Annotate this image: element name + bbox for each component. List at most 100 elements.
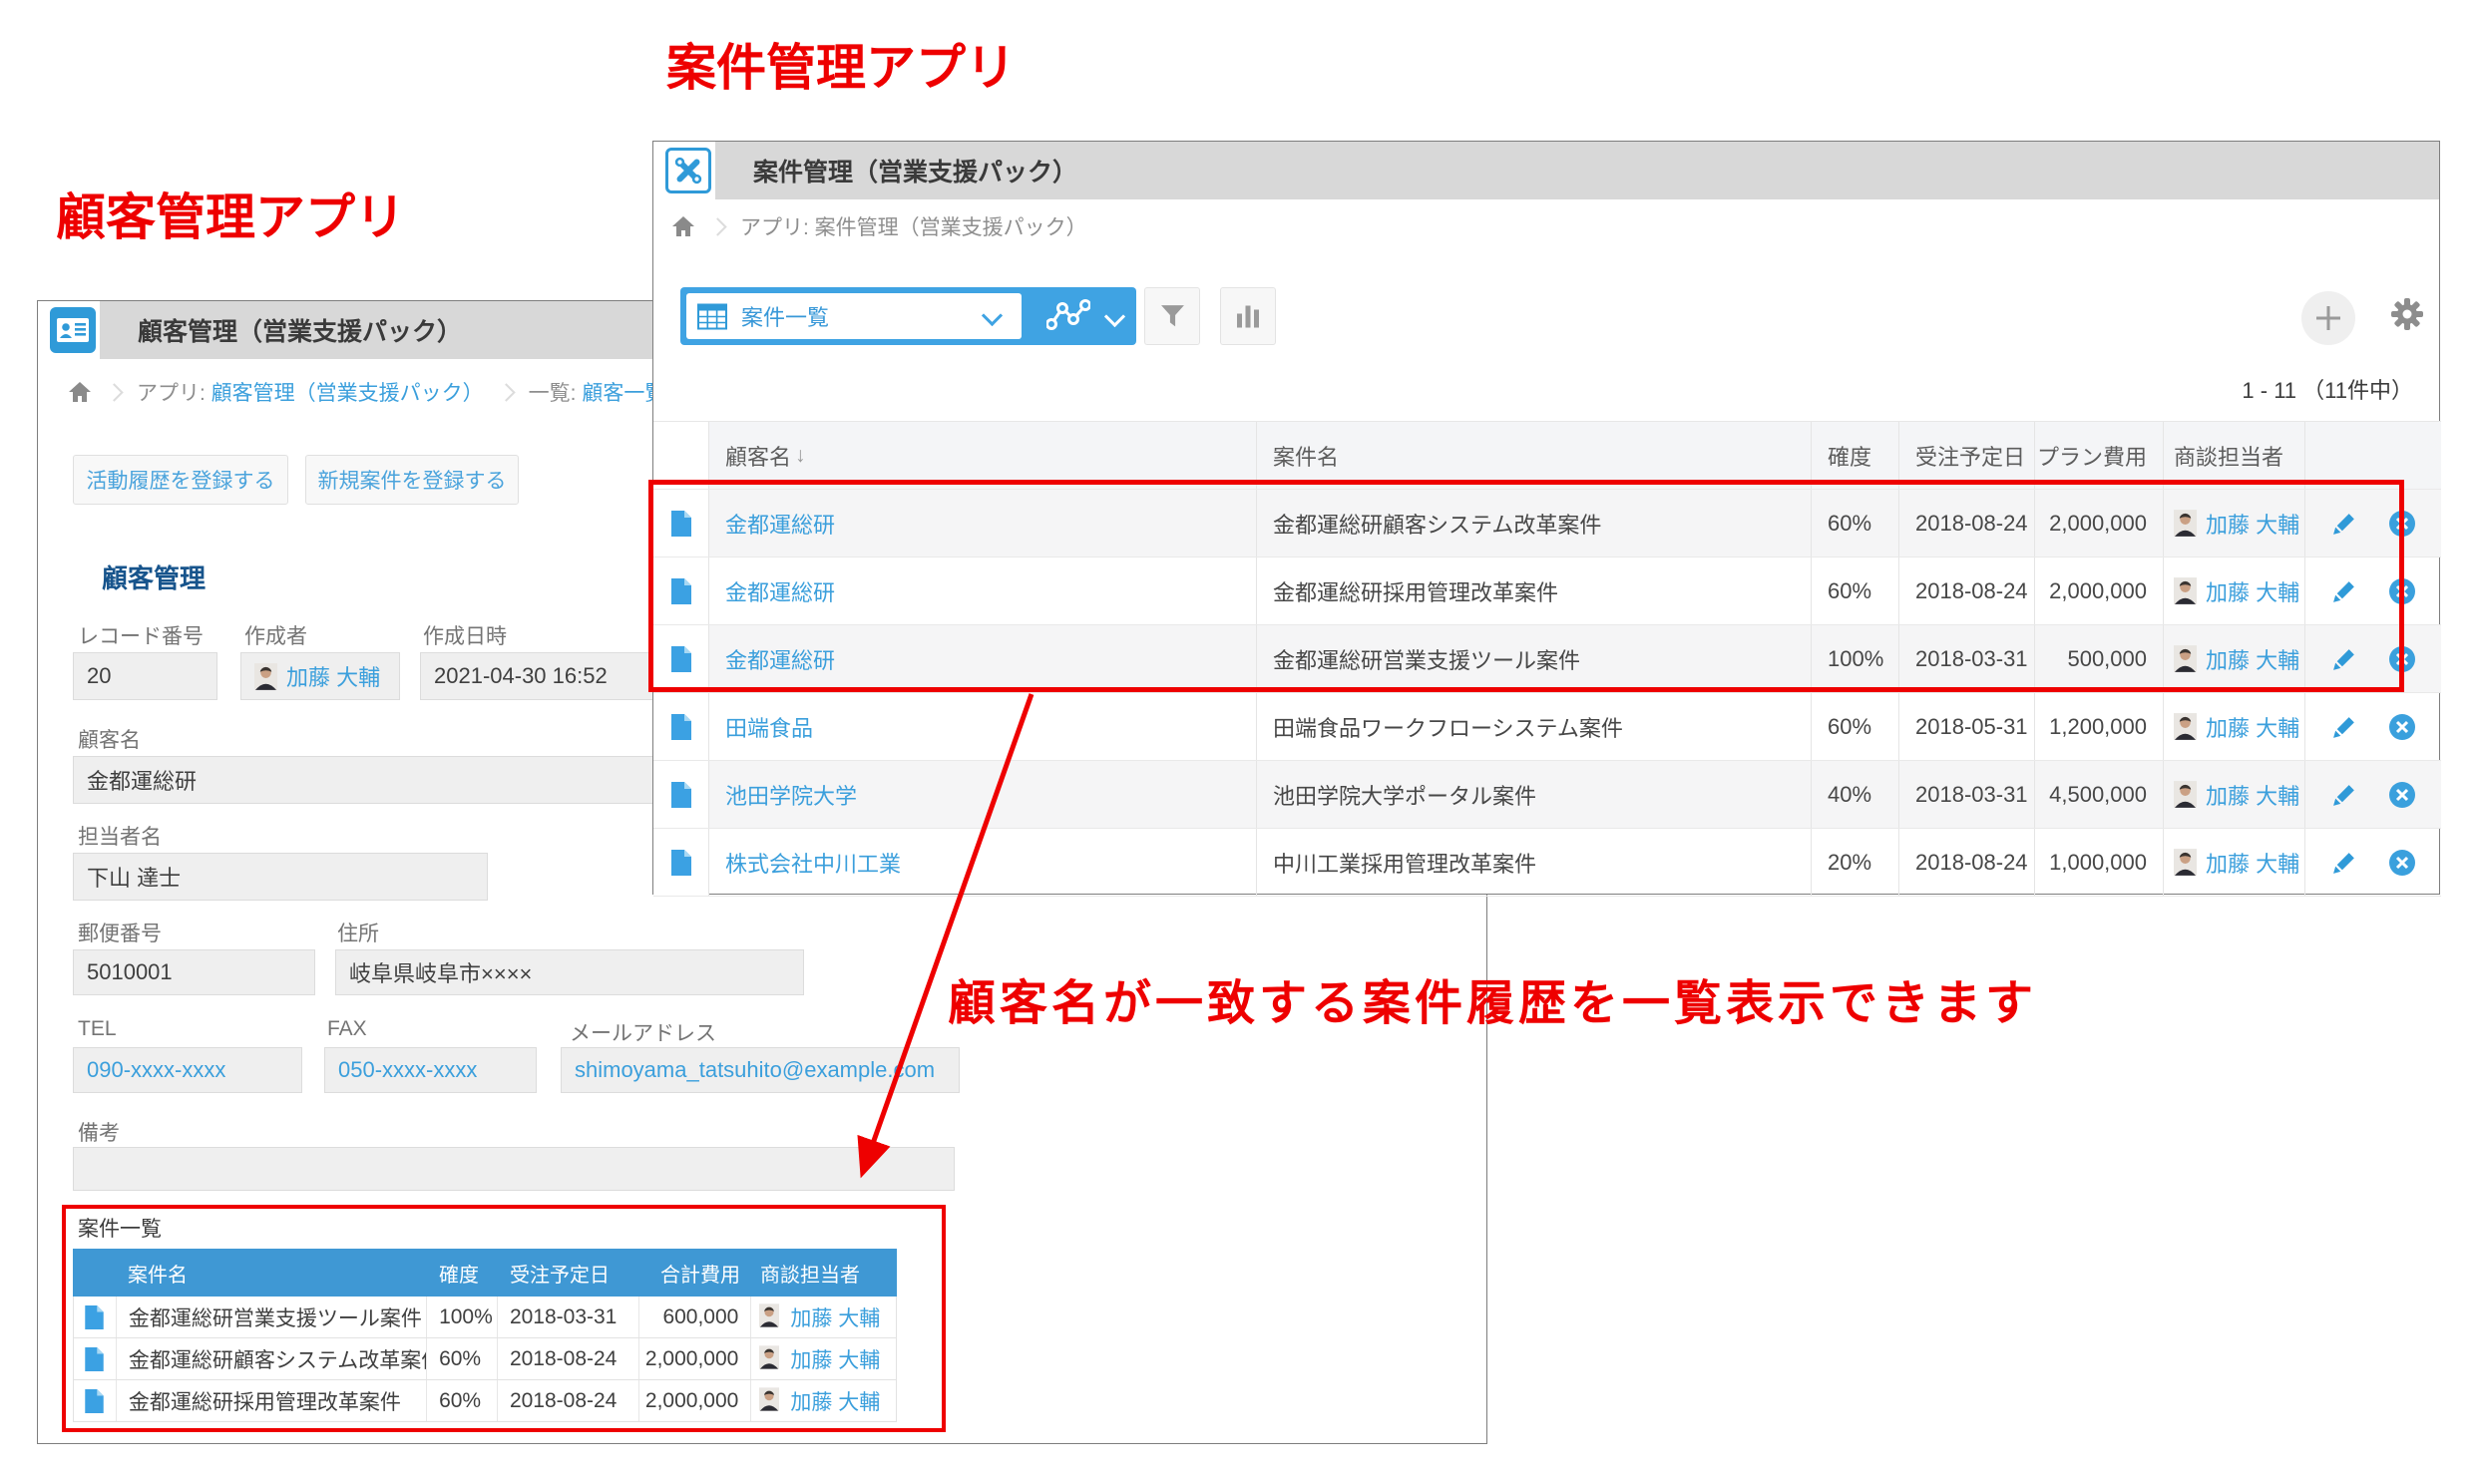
chart-button[interactable] <box>1220 287 1276 345</box>
delete-x-icon[interactable] <box>2388 713 2416 741</box>
register-deal-button[interactable]: 新規案件を登録する <box>305 455 519 505</box>
customer-app-icon[interactable] <box>50 307 96 353</box>
owner-link[interactable]: 加藤 大輔 <box>2206 575 2299 607</box>
user-avatar <box>2174 849 2197 876</box>
breadcrumb-app: アプリ: 顧客管理（営業支援パック） <box>137 377 484 407</box>
register-activity-button[interactable]: 活動履歴を登録する <box>73 455 288 505</box>
related-deal-row: 金都運総研営業支援ツール案件 100% 2018-03-31 600,000 加… <box>73 1297 897 1338</box>
cost-cell: 500,000 <box>2035 625 2164 692</box>
date-cell: 2018-03-31 <box>1899 625 2035 692</box>
record-icon-cell[interactable] <box>653 761 709 828</box>
record-number-value: 20 <box>73 652 217 700</box>
line-graph-icon <box>1046 298 1090 334</box>
column-header-cost: 合計費用 <box>639 1249 752 1297</box>
record-icon-cell[interactable] <box>653 693 709 760</box>
edit-pencil-icon[interactable] <box>2331 781 2358 808</box>
edit-pencil-icon[interactable] <box>2331 510 2358 537</box>
owner-link[interactable]: 加藤 大輔 <box>790 1386 880 1416</box>
customer-link[interactable]: 株式会社中川工業 <box>725 847 901 879</box>
probability-cell: 60% <box>1812 490 1899 556</box>
email-link[interactable]: shimoyama_tatsuhito@example.com <box>575 1057 935 1083</box>
home-icon[interactable] <box>671 215 695 237</box>
customer-cell: 金都運総研 <box>709 490 1257 556</box>
fax-link[interactable]: 050-xxxx-xxxx <box>338 1057 477 1083</box>
owner-cell: 加藤 大輔 <box>2164 557 2305 624</box>
deal-list-title: 案件一覧 <box>78 1213 162 1243</box>
contact-name-text: 下山 達士 <box>87 861 181 893</box>
deal-app-header: 案件管理（営業支援パック） <box>653 142 2439 199</box>
deal-app-icon[interactable] <box>665 148 711 193</box>
deal-table-header-row: 顧客名 ↓ 案件名 確度 受注予定日 プラン費用 商談担当者 <box>653 422 2441 490</box>
address-value: 岐阜県岐阜市×××× <box>335 949 804 995</box>
fax-label: FAX <box>327 1017 367 1041</box>
breadcrumb-app-link[interactable]: 顧客管理（営業支援パック） <box>211 382 484 405</box>
column-header-owner[interactable]: 商談担当者 <box>2164 422 2305 489</box>
related-deals-header-row: 案件名 確度 受注予定日 合計費用 商談担当者 <box>73 1249 897 1297</box>
edit-pencil-icon[interactable] <box>2331 645 2358 672</box>
creator-link[interactable]: 加藤 大輔 <box>286 660 380 692</box>
owner-cell: 加藤 大輔 <box>2164 625 2305 692</box>
filter-button[interactable] <box>1144 287 1200 345</box>
fax-value: 050-xxxx-xxxx <box>324 1047 537 1093</box>
record-icon-cell[interactable] <box>653 625 709 692</box>
column-header-cost[interactable]: プラン費用 <box>2035 422 2164 489</box>
column-header-customer-label: 顧客名 <box>725 440 791 472</box>
customer-link[interactable]: 金都運総研 <box>725 643 835 675</box>
delete-x-icon[interactable] <box>2388 645 2416 673</box>
record-icon-cell[interactable] <box>653 557 709 624</box>
notes-value <box>73 1147 955 1191</box>
tel-link[interactable]: 090-xxxx-xxxx <box>87 1057 225 1083</box>
date-cell: 2018-08-24 <box>498 1380 639 1421</box>
edit-pencil-icon[interactable] <box>2331 849 2358 876</box>
document-icon <box>671 646 691 672</box>
customer-link[interactable]: 池田学院大学 <box>725 779 857 811</box>
breadcrumb-list-prefix: 一覧: <box>529 382 583 405</box>
owner-link[interactable]: 加藤 大輔 <box>2206 711 2299 743</box>
record-icon-cell[interactable] <box>74 1297 117 1337</box>
column-header-date[interactable]: 受注予定日 <box>1899 422 2035 489</box>
column-header-customer[interactable]: 顧客名 ↓ <box>709 422 1257 489</box>
created-at-value: 2021-04-30 16:52 <box>420 652 657 700</box>
document-icon <box>671 850 691 876</box>
deal-name-cell: 金都運総研顧客システム改革案件 <box>117 1338 427 1379</box>
delete-x-icon[interactable] <box>2388 781 2416 809</box>
edit-pencil-icon[interactable] <box>2331 577 2358 604</box>
created-at-label: 作成日時 <box>423 620 507 650</box>
delete-x-icon[interactable] <box>2388 577 2416 605</box>
record-icon-cell[interactable] <box>653 829 709 896</box>
customer-link[interactable]: 金都運総研 <box>725 575 835 607</box>
delete-x-icon[interactable] <box>2388 510 2416 538</box>
record-icon-cell[interactable] <box>74 1380 117 1421</box>
owner-link[interactable]: 加藤 大輔 <box>2206 779 2299 811</box>
deal-table-row: 金都運総研 金都運総研営業支援ツール案件 100% 2018-03-31 500… <box>653 625 2441 693</box>
add-record-button[interactable] <box>2301 291 2355 345</box>
owner-link[interactable]: 加藤 大輔 <box>2206 847 2299 879</box>
delete-x-icon[interactable] <box>2388 849 2416 877</box>
column-header-deal[interactable]: 案件名 <box>1257 422 1812 489</box>
cost-cell: 2,000,000 <box>2035 557 2164 624</box>
settings-button[interactable] <box>2388 295 2426 333</box>
probability-cell: 60% <box>427 1380 498 1421</box>
deal-breadcrumb: アプリ: 案件管理（営業支援パック） <box>671 205 1087 247</box>
record-icon-cell[interactable] <box>653 490 709 556</box>
address-text: 岐阜県岐阜市×××× <box>349 956 532 988</box>
deal-list-table: 顧客名 ↓ 案件名 確度 受注予定日 プラン費用 商談担当者 金都運総研 金都運… <box>653 421 2441 897</box>
chevron-down-icon[interactable] <box>1104 306 1125 327</box>
owner-link[interactable]: 加藤 大輔 <box>790 1302 880 1332</box>
owner-link[interactable]: 加藤 大輔 <box>790 1344 880 1374</box>
owner-link[interactable]: 加藤 大輔 <box>2206 508 2299 540</box>
breadcrumb-app: アプリ: 案件管理（営業支援パック） <box>740 211 1087 241</box>
user-avatar <box>2174 645 2197 672</box>
customer-link[interactable]: 金都運総研 <box>725 508 835 540</box>
owner-link[interactable]: 加藤 大輔 <box>2206 643 2299 675</box>
customer-link[interactable]: 田端食品 <box>725 711 813 743</box>
edit-pencil-icon[interactable] <box>2331 713 2358 740</box>
graph-view-button[interactable] <box>1037 295 1099 337</box>
home-icon[interactable] <box>68 381 92 403</box>
record-icon-cell[interactable] <box>74 1338 117 1379</box>
register-activity-label: 活動履歴を登録する <box>87 465 275 495</box>
column-header-probability[interactable]: 確度 <box>1812 422 1899 489</box>
document-icon <box>671 578 691 604</box>
view-selector-dropdown[interactable]: 案件一覧 <box>686 293 1022 339</box>
owner-cell: 加藤 大輔 <box>751 1380 896 1421</box>
